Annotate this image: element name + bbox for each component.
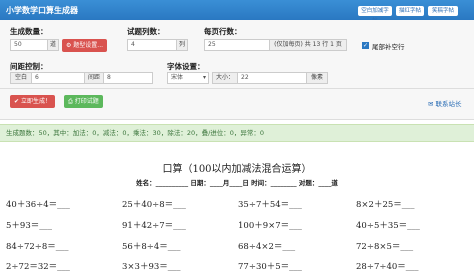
columns-label: 试题列数： [127,27,165,36]
problem-item: 91＋42÷7＝___ [122,221,186,231]
problem-item: 8×2＋25＝___ [356,200,415,210]
rows-label: 每页行数： [204,27,242,36]
spacing-label: 间距控制： [10,62,48,71]
spacing-right-input[interactable]: 8 [103,72,153,84]
contact-label: 联系站长 [435,100,462,108]
font-size-unit: 像素 [306,72,328,84]
print-button[interactable]: ⎙ 打印试题 [64,95,103,108]
tail-checkbox[interactable]: ✓ [362,42,369,49]
problem-item: 40＋36÷4＝___ [6,200,70,210]
font-size-label: 大小： [212,72,238,84]
font-family-value: 宋体 [171,74,184,81]
rows-hint: (仅加每页) 共 13 行 1 页 [269,39,347,51]
problem-item: 72÷8×5＝___ [356,242,414,252]
contact-link[interactable]: ✉ 联系站长 [428,98,462,108]
problem-item: 25＋40÷8＝___ [122,200,186,210]
count-input[interactable]: 50 [10,39,48,51]
tail-label: 尾部补空行 [372,43,405,51]
font-label: 字体设置： [167,62,205,71]
problem-item: 77÷30＋5＝___ [238,262,302,272]
problem-item: 2÷72＝32＝___ [6,262,70,272]
problem-item: 3×3＋93＝___ [122,262,181,272]
spacing-left-label: 空白 [10,72,32,84]
font-size-input[interactable]: 22 [237,72,307,84]
generate-button[interactable]: ✔ 立即生成！ [10,95,55,108]
count-unit: 道 [47,39,59,51]
divider [0,88,474,89]
app-header: 小学数学口算生成器 空白加减字帖 描红字帖 笑稿字帖 [0,0,474,24]
problem-item: 84÷72÷8＝___ [6,242,69,252]
font-family-select[interactable]: 宋体 ▾ [167,72,209,84]
draft-copybook-button[interactable]: 笑稿字帖 [428,6,458,16]
trace-copybook-button[interactable]: 描红字帖 [396,6,424,16]
columns-unit: 列 [176,39,188,51]
spacing-left-input[interactable]: 6 [31,72,85,84]
settings-panel: 生成数量： 50 道 ⚙ 题型设置... 试题列数： 4 列 每页行数： 25 … [0,20,474,120]
check-icon: ✔ [14,98,21,105]
problem-item: 5＋93＝___ [6,221,52,231]
app-title: 小学数学口算生成器 [6,6,78,15]
spacing-right-label: 间距 [84,72,104,84]
count-label: 生成数量： [10,27,48,36]
rows-input[interactable]: 25 [204,39,270,51]
blank-copybook-button[interactable]: 空白加减字帖 [358,6,392,24]
columns-input[interactable]: 4 [127,39,177,51]
problem-item: 28÷7÷40＝___ [356,262,419,272]
problem-item: 100＋9×7＝___ [238,221,302,231]
mail-icon: ✉ [428,100,436,108]
problem-item: 68÷4×2＝___ [238,242,296,252]
type-settings-label: 题型设置... [73,42,104,49]
problem-item: 56＋8÷4＝___ [122,242,181,252]
generate-label: 立即生成！ [20,98,51,105]
print-label: 打印试题 [74,98,99,105]
problem-item: 40÷5＋35＝___ [356,221,420,231]
problem-item: 35÷7＋54＝___ [238,200,302,210]
status-bar: 生成题数：50，其中：加法：0，减法：0，乘法：30，除法：20，叠/进位：0，… [0,124,474,142]
chevron-down-icon: ▾ [202,74,206,81]
printer-icon: ⎙ [68,98,75,105]
type-settings-button[interactable]: ⚙ 题型设置... [62,39,108,52]
sheet-title: 口算（100以内加减法混合运算） [162,164,312,175]
sheet-info: 姓名：__________ 日期：____月____日 时间：________ … [136,179,338,187]
